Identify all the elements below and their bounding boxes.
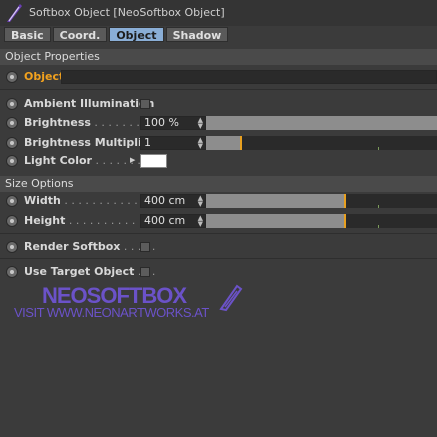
height-label: Height . . . . . . . . . . . . . [24,214,156,227]
width-value: 400 cm [144,194,186,207]
light-color-label-text: Light Color [24,154,92,167]
light-color-swatch[interactable] [140,154,167,168]
use-target-object-label: Use Target Object . . . [24,265,155,278]
slider-fill [206,194,345,208]
slider-knob[interactable] [240,136,242,150]
brightness-multiplier-value: 1 [144,136,151,149]
brightness-row: Brightness . . . . . . . . . . 100 % ▲ ▼ [0,115,437,131]
animation-radio-icon[interactable] [6,155,18,167]
brightness-multiplier-label: Brightness Multiplier [24,136,155,149]
tab-bar: Basic Coord. Object Shadow [4,27,229,43]
slider-tick [378,147,379,150]
window-title: Softbox Object [NeoSoftbox Object] [29,6,225,19]
animation-radio-icon[interactable] [6,71,18,83]
animation-radio-icon[interactable] [6,241,18,253]
spinner-arrows-icon[interactable]: ▲ ▼ [198,137,203,150]
brightness-input[interactable]: 100 % ▲ ▼ [140,116,206,130]
spinner-arrows-icon[interactable]: ▲ ▼ [198,195,203,208]
ambient-illumination-label: Ambient Illumination [24,97,155,110]
title-bar: Softbox Object [NeoSoftbox Object] [0,0,437,26]
use-target-object-row: Use Target Object . . . [0,264,437,280]
brightness-slider[interactable] [206,116,437,130]
watermark-url: VISIT WWW.NEONARTWORKS.AT [14,305,209,320]
section-header-size-options[interactable]: Size Options [0,176,437,192]
slider-knob[interactable] [344,214,346,228]
tab-coord[interactable]: Coord. [52,27,108,42]
divider [0,233,437,234]
height-row: Height . . . . . . . . . . . . . 400 cm … [0,213,437,229]
brightness-multiplier-row: Brightness Multiplier 1 ▲ ▼ [0,135,437,151]
animation-radio-icon[interactable] [6,266,18,278]
slider-fill [206,136,241,150]
brightness-label-text: Brightness [24,116,91,129]
divider [0,258,437,259]
light-color-row: Light Color . . . . . . . ▶ [0,153,437,169]
animation-radio-icon[interactable] [6,195,18,207]
section-header-object-properties[interactable]: Object Properties [0,49,437,65]
height-value: 400 cm [144,214,186,227]
render-softbox-label: Render Softbox . . . . . [24,240,155,253]
object-row: Object [0,69,437,85]
tab-basic[interactable]: Basic [4,27,51,42]
slider-fill [206,116,437,130]
width-input[interactable]: 400 cm ▲ ▼ [140,194,206,208]
label-dots: . . . . . [120,240,156,253]
width-row: Width . . . . . . . . . . . . . 400 cm ▲… [0,193,437,209]
brightness-multiplier-input[interactable]: 1 ▲ ▼ [140,136,206,150]
light-color-label: Light Color . . . . . . . [24,154,141,167]
ambient-illumination-row: Ambient Illumination [0,96,437,112]
render-softbox-checkbox[interactable] [140,242,150,252]
object-link-field[interactable] [61,70,437,84]
animation-radio-icon[interactable] [6,117,18,129]
neosoftbox-logo-icon [219,284,243,312]
ambient-illumination-checkbox[interactable] [140,99,150,109]
divider [0,89,437,90]
use-target-object-label-text: Use Target Object [24,265,135,278]
animation-radio-icon[interactable] [6,215,18,227]
expand-arrow-icon[interactable]: ▶ [130,156,135,164]
object-label: Object [24,70,65,83]
spinner-arrows-icon[interactable]: ▲ ▼ [198,215,203,228]
watermark: NEOSOFTBOX VISIT WWW.NEONARTWORKS.AT [14,283,264,328]
slider-tick [378,205,379,208]
animation-radio-icon[interactable] [6,137,18,149]
use-target-object-checkbox[interactable] [140,267,150,277]
height-label-text: Height [24,214,66,227]
brightness-value: 100 % [144,116,179,129]
slider-tick [378,225,379,228]
slider-fill [206,214,345,228]
label-dots: . . . . . . . . . . . . . [60,194,152,207]
height-input[interactable]: 400 cm ▲ ▼ [140,214,206,228]
width-slider[interactable] [206,194,437,208]
tab-object[interactable]: Object [109,27,164,42]
brightness-multiplier-slider[interactable] [206,136,437,150]
animation-radio-icon[interactable] [6,98,18,110]
render-softbox-label-text: Render Softbox [24,240,121,253]
height-slider[interactable] [206,214,437,228]
render-softbox-row: Render Softbox . . . . . [0,239,437,255]
width-label: Width . . . . . . . . . . . . . [24,194,152,207]
tab-shadow[interactable]: Shadow [165,27,229,42]
spinner-arrows-icon[interactable]: ▲ ▼ [198,117,203,130]
width-label-text: Width [24,194,61,207]
neosoftbox-feather-icon [7,4,22,22]
slider-knob[interactable] [344,194,346,208]
